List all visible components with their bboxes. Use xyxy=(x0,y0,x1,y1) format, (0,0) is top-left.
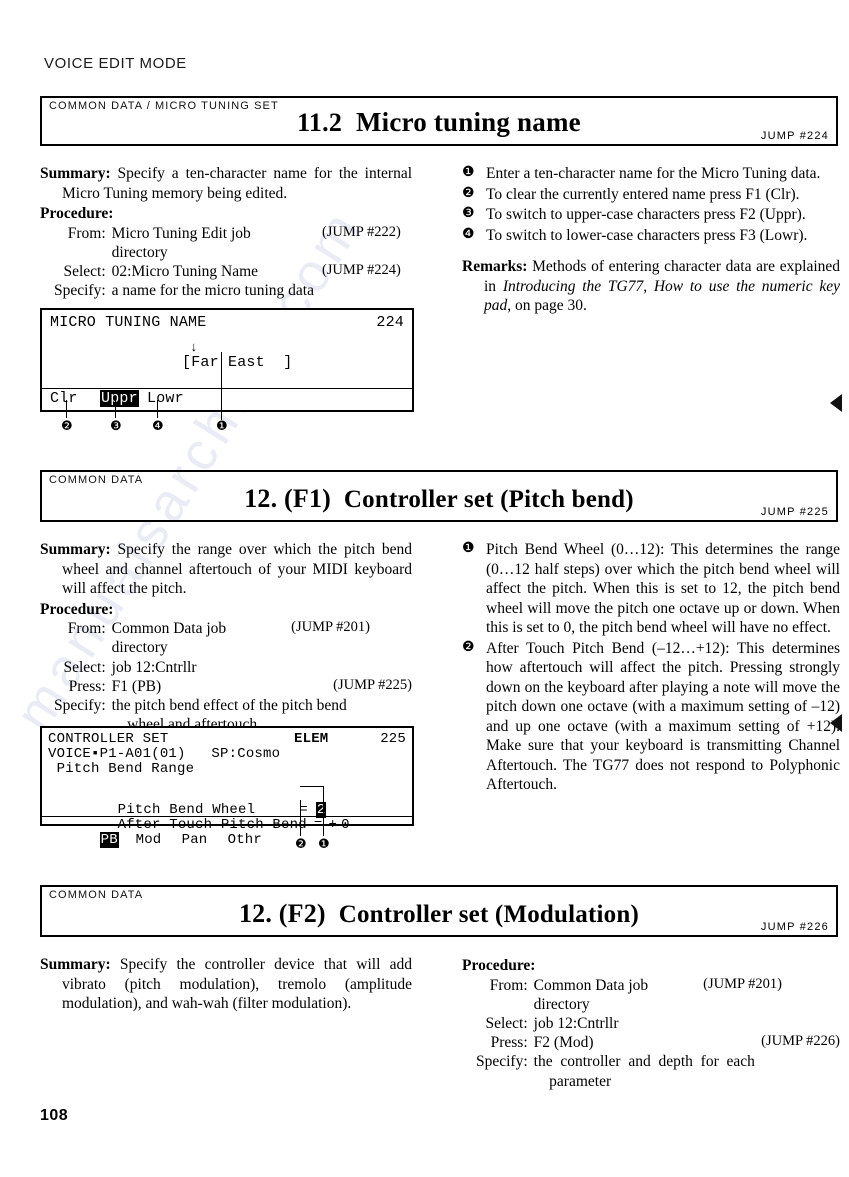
page-edge-arrow-icon xyxy=(830,714,842,732)
callout-marker-1: ❶ xyxy=(318,837,330,852)
step-item: ❶ Pitch Bend Wheel (0…12): This determin… xyxy=(462,540,840,638)
step-marker-2: ❷ xyxy=(462,639,475,655)
section-12-f2-left-column: Summary: Specify the controller device t… xyxy=(40,955,412,1014)
section-12-f1-right-column: ❶ Pitch Bend Wheel (0…12): This determin… xyxy=(462,540,840,796)
procedure-value: the controller and depth for each parame… xyxy=(533,1053,755,1090)
section-header-12-f2: COMMON DATA 12. (F2) Controller set (Mod… xyxy=(40,885,838,937)
summary-text: Specify the controller device that will … xyxy=(62,956,413,1013)
manual-page: manualsarchive.com VOICE EDIT MODE COMMO… xyxy=(0,0,849,1177)
section-number: 12. (F2) xyxy=(238,899,326,928)
procedure-key: Specify: xyxy=(476,1053,528,1071)
procedure-label: Procedure: xyxy=(462,957,536,974)
callout-marker-2: ❷ xyxy=(295,837,307,852)
procedure-value: F2 (Mod) xyxy=(533,1034,594,1052)
step-text: Pitch Bend Wheel (0…12): This determines… xyxy=(486,541,840,637)
procedure-jump: (JUMP #201) xyxy=(703,975,782,992)
procedure-jump xyxy=(703,1014,840,1033)
section-title-text: Controller set (Modulation) xyxy=(338,901,639,928)
step-text: After Touch Pitch Bend (–12…+12): This d… xyxy=(486,639,840,794)
procedure-key: Press: xyxy=(490,1034,528,1052)
summary-block: Summary: Specify the controller device t… xyxy=(40,955,412,1014)
leader-line xyxy=(300,800,301,836)
page-number: 108 xyxy=(40,1107,69,1124)
procedure-value: Common Data job directory xyxy=(533,976,649,1013)
procedure-row: Press: F2 (Mod) (JUMP #226) xyxy=(476,1033,840,1052)
section-12-f2-right-column: Procedure: From: Common Data job directo… xyxy=(462,955,840,1091)
step-marker-1: ❶ xyxy=(462,541,475,556)
procedure-row: From: Common Data job directory (JUMP #2… xyxy=(476,976,840,1014)
section-jump-code: JUMP #226 xyxy=(760,921,829,933)
procedure-jump: (JUMP #226) xyxy=(761,1033,840,1050)
procedure-row: Select: job 12:Cntrllr xyxy=(476,1014,840,1033)
summary-label: Summary: xyxy=(40,956,111,973)
procedure-value: job 12:Cntrllr xyxy=(533,1014,619,1032)
leader-line xyxy=(300,786,324,787)
procedure-key: From: xyxy=(489,976,528,994)
step-item: ❷ After Touch Pitch Bend (–12…+12): This… xyxy=(462,639,840,795)
procedure-key: Select: xyxy=(485,1014,528,1032)
procedure-table: From: Common Data job directory (JUMP #2… xyxy=(476,976,840,1091)
leader-line xyxy=(323,786,324,836)
steps-list: ❶ Pitch Bend Wheel (0…12): This determin… xyxy=(462,540,840,795)
section-title: 12. (F2) Controller set (Modulation) xyxy=(42,899,836,929)
procedure-row: Specify: the controller and depth for ea… xyxy=(476,1052,840,1090)
